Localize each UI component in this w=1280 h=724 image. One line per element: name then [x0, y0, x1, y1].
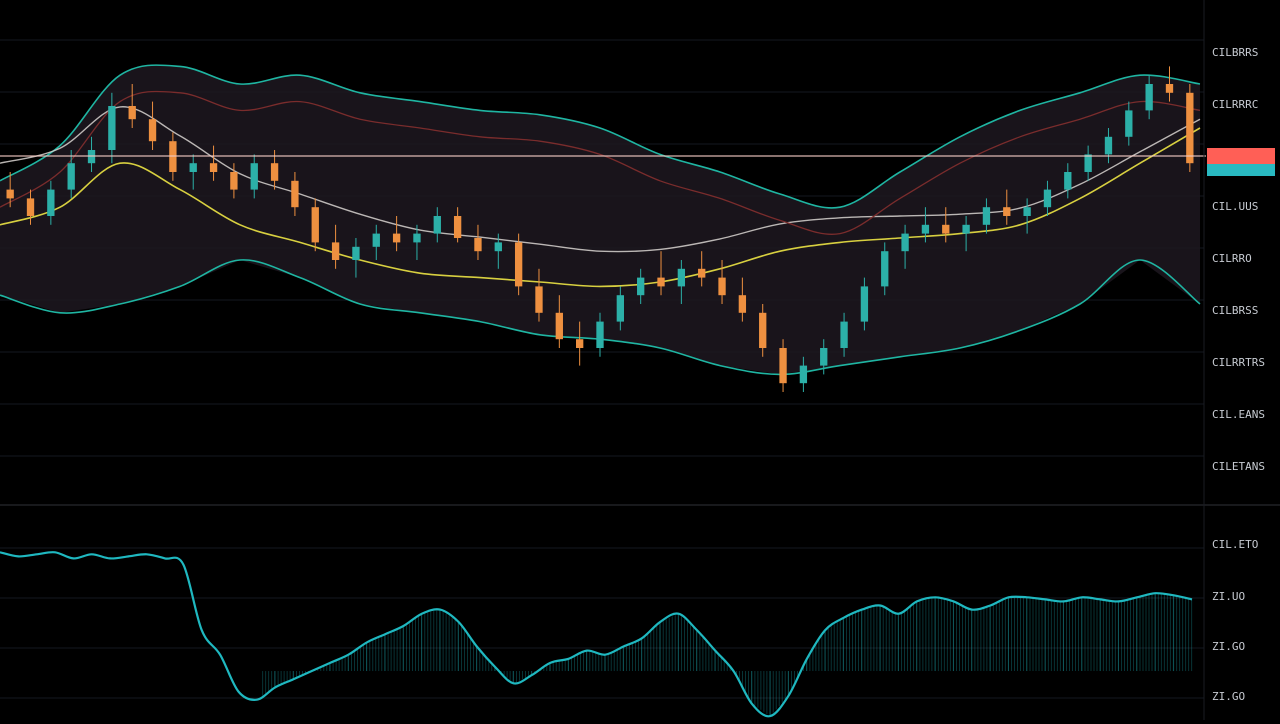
candle-body: [47, 189, 55, 216]
candle-body: [799, 365, 808, 384]
price-axis-label: CIL.UUS: [1212, 200, 1258, 213]
candle-body: [372, 233, 380, 247]
candle-body: [1064, 172, 1072, 190]
candle-body: [698, 268, 706, 278]
candle-body: [1104, 136, 1113, 155]
candle-body: [453, 216, 462, 238]
candle-body: [291, 180, 299, 208]
candle-body: [596, 321, 604, 348]
candle-body: [616, 295, 624, 322]
candle-body: [1186, 92, 1194, 164]
candle-body: [555, 312, 563, 340]
candle-body: [759, 312, 767, 348]
candle-body: [860, 286, 869, 322]
candle-body: [982, 207, 991, 225]
candle-body: [26, 198, 35, 216]
candle-body: [209, 163, 218, 172]
candle-body: [718, 277, 726, 296]
candle-body: [1125, 110, 1133, 137]
candle-body: [1165, 84, 1174, 93]
candle-body: [148, 119, 157, 142]
candle-body: [352, 246, 360, 260]
current-price-tag: [1207, 148, 1275, 164]
candle-body: [1043, 189, 1052, 208]
candle-body: [189, 163, 197, 172]
candle-body: [942, 224, 950, 234]
candle-body: [128, 106, 136, 120]
candle-body: [576, 339, 584, 348]
candle-body: [637, 277, 645, 296]
trading-chart: CILBRRS CILRRRC CIL.UUS CILRRO CILBRSS C…: [0, 0, 1280, 720]
candle-body: [1003, 207, 1011, 216]
osc-axis-label: CIL.ETO: [1212, 538, 1258, 551]
candle-body: [840, 321, 848, 348]
candle-body: [738, 295, 747, 313]
candle-body: [677, 268, 686, 287]
candle-body: [230, 172, 238, 190]
price-axis-label: CILRRRC: [1212, 98, 1258, 111]
price-axis-label: CILBRRS: [1212, 46, 1258, 59]
candle-body: [474, 238, 482, 252]
candle-body: [270, 163, 279, 181]
candle-body: [433, 216, 441, 234]
candle-body: [1084, 154, 1092, 172]
osc-axis-label: ZI.GO: [1212, 640, 1245, 653]
candle-body: [1145, 84, 1153, 111]
candle-body: [67, 163, 75, 190]
candle-body: [881, 251, 889, 287]
price-axis-label: CILRRTRS: [1212, 356, 1265, 369]
price-tags: [1207, 148, 1275, 176]
candle-body: [6, 189, 14, 199]
candle-body: [779, 348, 787, 384]
price-axis-label: CILETANS: [1212, 460, 1265, 473]
candle-body: [657, 277, 665, 287]
candle-body: [392, 233, 401, 243]
secondary-price-tag: [1207, 164, 1275, 176]
candle-body: [250, 163, 258, 190]
chart-canvas: CILBRRS CILRRRC CIL.UUS CILRRO CILBRSS C…: [0, 0, 1280, 720]
candle-body: [108, 106, 116, 150]
candle-body: [331, 242, 340, 260]
candle-body: [901, 233, 909, 252]
price-axis-label: CIL.EANS: [1212, 408, 1265, 421]
osc-axis-label: ZI.UO: [1212, 590, 1245, 603]
candle-body: [535, 286, 543, 313]
price-axis-label: CILBRSS: [1212, 304, 1258, 317]
price-axis-label: CILRRO: [1212, 252, 1252, 265]
candle-body: [1023, 207, 1031, 216]
candle-body: [494, 242, 502, 252]
candle-body: [962, 224, 970, 234]
candle-body: [514, 242, 523, 287]
candle-body: [413, 233, 421, 243]
candle-body: [311, 207, 319, 243]
candle-body: [921, 224, 930, 234]
candle-body: [820, 348, 828, 366]
osc-axis-label: ZI.GO: [1212, 690, 1245, 703]
